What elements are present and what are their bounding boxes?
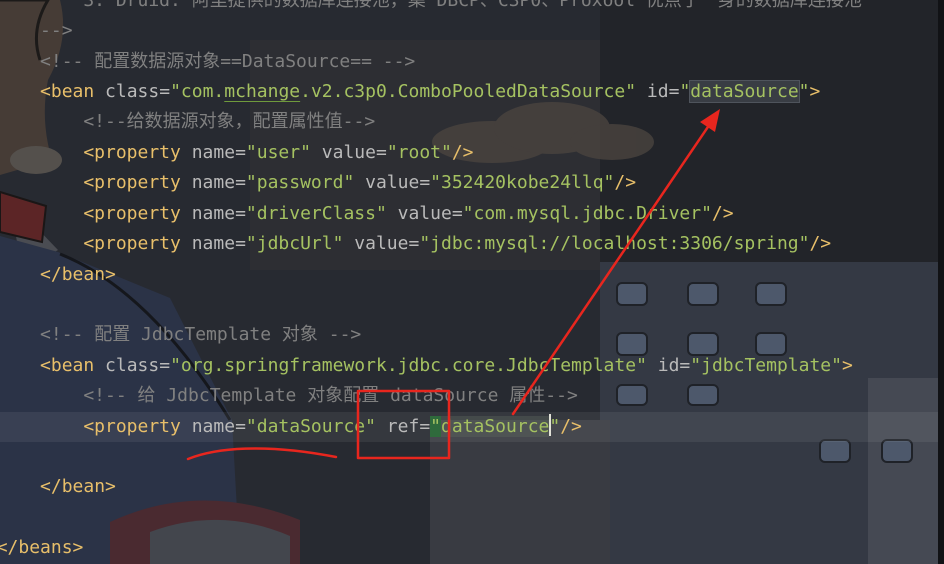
code-line-10[interactable]: </bean> bbox=[0, 260, 944, 290]
code-text-area[interactable]: 3. Druid: 阿里提供的数据库连接池，集 DBCP、C3P0、Proxoo… bbox=[0, 0, 944, 564]
xml-tag-open: <property bbox=[83, 202, 181, 224]
xml-attribute-name: id bbox=[636, 80, 669, 102]
xml-tag-open: <property bbox=[83, 233, 181, 255]
xml-attribute-name: class bbox=[94, 354, 160, 376]
xml-attribute-value: "root" bbox=[386, 141, 452, 163]
code-line-5[interactable]: <!--给数据源对象，配置属性值--> bbox=[0, 107, 944, 137]
highlighted-identifier-datasource: dataSource bbox=[441, 415, 550, 437]
code-line-1[interactable]: 3. Druid: 阿里提供的数据库连接池，集 DBCP、C3P0、Proxoo… bbox=[0, 0, 944, 16]
window-edge bbox=[938, 0, 944, 564]
xml-attribute-name: value bbox=[354, 172, 420, 194]
equals-sign: = bbox=[159, 354, 171, 376]
code-line-3[interactable]: <!-- 配置数据源对象==DataSource== --> bbox=[0, 47, 944, 77]
equals-sign: = bbox=[375, 141, 387, 163]
xml-comment-end: --> bbox=[40, 20, 73, 42]
xml-tag-end: </bean> bbox=[40, 263, 116, 285]
xml-attribute-value: .v2.c3p0.ComboPooledDataSource" bbox=[300, 80, 637, 102]
xml-tag-open: <property bbox=[83, 172, 181, 194]
code-line-11[interactable] bbox=[0, 290, 944, 320]
code-line-13[interactable]: <bean class="org.springframework.jdbc.co… bbox=[0, 351, 944, 381]
xml-tag-self-close: /> bbox=[809, 233, 832, 255]
xml-attribute-value: "com. bbox=[170, 80, 225, 102]
equals-sign: = bbox=[668, 80, 680, 102]
xml-attribute-name: name bbox=[180, 141, 236, 163]
xml-attribute-value: "password" bbox=[245, 172, 355, 194]
xml-tag-self-close: /> bbox=[711, 202, 734, 224]
quote-mark: " bbox=[549, 415, 561, 437]
xml-attribute-value: "dataSource" bbox=[245, 415, 376, 437]
equals-sign: = bbox=[679, 354, 691, 376]
xml-comment: 3. Druid: 阿里提供的数据库连接池，集 DBCP、C3P0、Proxoo… bbox=[83, 0, 862, 11]
code-line-8[interactable]: <property name="driverClass" value="com.… bbox=[0, 199, 944, 229]
xml-attribute-name: name bbox=[180, 233, 236, 255]
xml-attribute-name: name bbox=[180, 202, 236, 224]
quote-mark: " bbox=[679, 80, 691, 102]
equals-sign: = bbox=[451, 202, 463, 224]
xml-tag-self-close: /> bbox=[614, 172, 637, 194]
xml-attribute-name: name bbox=[180, 415, 236, 437]
code-line-17[interactable]: </bean> bbox=[0, 472, 944, 502]
code-line-15[interactable]: <property name="dataSource" ref="dataSou… bbox=[0, 412, 944, 442]
equals-sign: = bbox=[235, 415, 246, 437]
xml-tag-open: <bean bbox=[40, 354, 95, 376]
code-editor[interactable]: 3. Druid: 阿里提供的数据库连接池，集 DBCP、C3P0、Proxoo… bbox=[0, 0, 944, 564]
xml-attribute-name: class bbox=[94, 80, 160, 102]
equals-sign: = bbox=[235, 233, 246, 255]
xml-comment: <!-- 配置 JdbcTemplate 对象 --> bbox=[40, 324, 362, 346]
xml-attribute-name: id bbox=[646, 354, 680, 376]
code-line-19[interactable]: </beans> bbox=[0, 533, 944, 563]
xml-tag-open: <property bbox=[83, 141, 181, 163]
xml-attribute-value: "jdbcUrl" bbox=[245, 233, 344, 255]
equals-sign: = bbox=[159, 80, 171, 102]
equals-sign: = bbox=[235, 141, 246, 163]
code-line-7[interactable]: <property name="password" value="352420k… bbox=[0, 168, 944, 198]
code-line-16[interactable] bbox=[0, 442, 944, 472]
xml-comment: <!-- 给 JdbcTemplate 对象配置 dataSource 属性--… bbox=[83, 385, 578, 407]
code-line-12[interactable]: <!-- 配置 JdbcTemplate 对象 --> bbox=[0, 320, 944, 350]
code-line-2[interactable]: --> bbox=[0, 16, 944, 46]
code-line-14[interactable]: <!-- 给 JdbcTemplate 对象配置 dataSource 属性--… bbox=[0, 381, 944, 411]
xml-attribute-value: "com.mysql.jdbc.Driver" bbox=[462, 202, 712, 224]
equals-sign: = bbox=[235, 202, 246, 224]
xml-tag-end: </bean> bbox=[40, 476, 116, 498]
code-line-9[interactable]: <property name="jdbcUrl" value="jdbc:mys… bbox=[0, 229, 944, 259]
xml-attribute-value: "352420kobe24llq" bbox=[430, 172, 615, 194]
xml-tag-end: </beans> bbox=[0, 537, 84, 559]
xml-attribute-name: name bbox=[180, 172, 236, 194]
xml-tag-close: > bbox=[809, 80, 821, 102]
xml-comment: <!-- 配置数据源对象==DataSource== --> bbox=[40, 50, 416, 72]
xml-attribute-value: "jdbc:mysql://localhost:3306/spring" bbox=[419, 233, 810, 255]
matched-quote-mark: " bbox=[430, 415, 441, 437]
equals-sign: = bbox=[408, 233, 420, 255]
code-line-4[interactable]: <bean class="com.mchange.v2.c3p0.ComboPo… bbox=[0, 77, 944, 107]
xml-attribute-name-ref: ref bbox=[375, 415, 420, 437]
xml-tag-self-close: /> bbox=[560, 415, 582, 437]
equals-sign: = bbox=[419, 415, 431, 437]
equals-sign: = bbox=[235, 172, 246, 194]
xml-tag-self-close: /> bbox=[451, 141, 474, 163]
xml-attribute-value: "user" bbox=[245, 141, 311, 163]
xml-attribute-name: value bbox=[343, 233, 409, 255]
xml-tag-close: > bbox=[841, 354, 853, 376]
xml-tag-open: <bean bbox=[40, 80, 95, 102]
xml-comment: <!--给数据源对象，配置属性值--> bbox=[83, 111, 376, 133]
xml-attribute-value: "org.springframework.jdbc.core.JdbcTempl… bbox=[170, 354, 647, 376]
highlighted-identifier-datasource: dataSource bbox=[689, 79, 800, 103]
xml-tag-open: <property bbox=[83, 415, 181, 437]
xml-attribute-name: value bbox=[386, 202, 452, 224]
xml-attribute-value: "jdbcTemplate" bbox=[690, 354, 842, 376]
quote-mark: " bbox=[798, 80, 810, 102]
xml-attribute-name: value bbox=[310, 141, 376, 163]
xml-attribute-value: "driverClass" bbox=[245, 202, 387, 224]
code-line-18[interactable] bbox=[0, 503, 944, 533]
code-line-6[interactable]: <property name="user" value="root"/> bbox=[0, 138, 944, 168]
equals-sign: = bbox=[419, 172, 431, 194]
spellcheck-typo-word: mchange bbox=[224, 80, 301, 102]
